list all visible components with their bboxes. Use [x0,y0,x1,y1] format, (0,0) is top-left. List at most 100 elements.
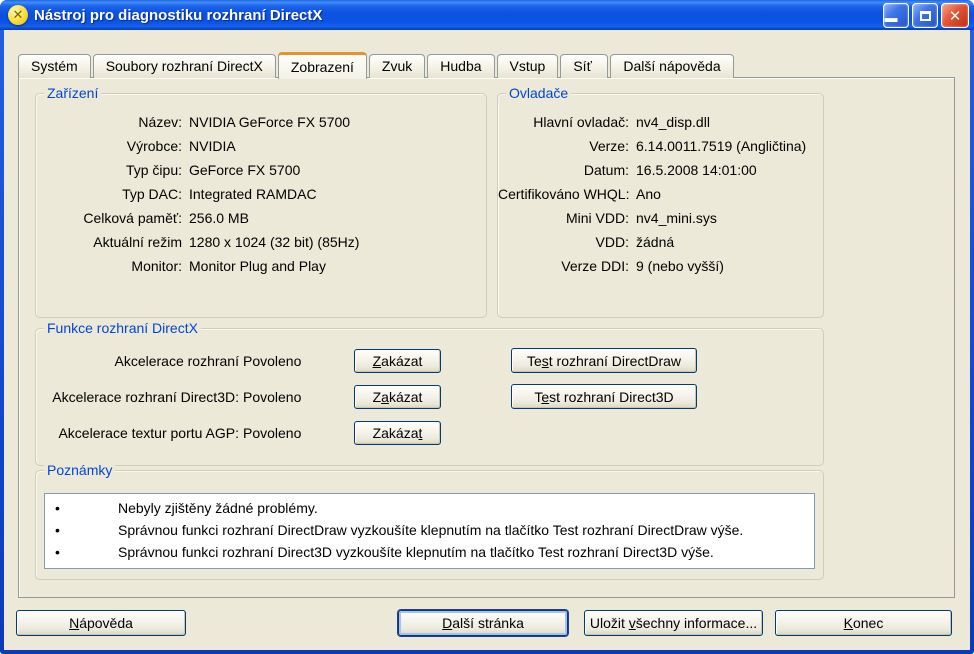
next-page-button[interactable]: Další stránka [398,610,568,636]
feature-label-direct3d: Akcelerace rozhraní Direct3D: [36,389,239,405]
feature-label-agp-texture: Akcelerace textur portu AGP: [36,425,239,441]
field-value: 9 (nebo vyšší) [636,258,724,274]
field-label: Verze DDI: [498,254,629,278]
notes-group: Poznámky •Nebyly zjištěny žádné problémy… [35,470,824,580]
exit-button[interactable]: Konec [775,610,952,636]
button-label-part: onec [853,615,883,631]
tab-directx-files[interactable]: Soubory rozhraní DirectX [93,54,276,78]
tab-strip: Systém Soubory rozhraní DirectX Zobrazen… [18,51,734,78]
button-label-part: akázat [381,353,422,369]
field-label: Monitor: [36,254,182,278]
device-row-monitor: Monitor: Monitor Plug and Play [36,254,486,278]
title-bar[interactable]: ✕ Nástroj pro diagnostiku rozhraní Direc… [0,0,974,30]
test-direct3d-button[interactable]: Test rozhraní Direct3D [511,384,697,409]
tab-network[interactable]: Síť [560,54,608,78]
note-text: Nebyly zjištěny žádné problémy. [118,500,318,516]
notes-group-legend: Poznámky [44,462,115,478]
field-label: Název: [36,110,182,134]
tab-music[interactable]: Hudba [427,54,494,78]
drivers-group: Ovladače Hlavní ovladač:nv4_disp.dll Ver… [497,93,824,318]
driver-row-version: Verze: 6.14.0011.7519 (Angličtina) [498,134,823,158]
note-text: Správnou funkci rozhraní Direct3D vyzkou… [118,544,714,560]
bullet-icon: • [55,519,60,541]
note-item: • Správnou funkci rozhraní Direct3D vyzko… [45,541,814,563]
tab-display[interactable]: Zobrazení [278,52,367,79]
dxdiag-window: ✕ Nástroj pro diagnostiku rozhraní Direc… [0,0,974,654]
driver-row-main-driver: Hlavní ovladač:nv4_disp.dll [498,110,823,134]
driver-row-date: Datum:16.5.2008 14:01:00 [498,158,823,182]
button-accel-letter: t [419,425,423,441]
field-value: Integrated RAMDAC [189,186,317,202]
device-group: Zařízení Název:NVIDIA GeForce FX 5700 Vý… [35,93,487,318]
button-label-part: Uložit [590,615,629,631]
feature-status-directdraw: Povoleno [243,353,301,369]
field-label: Hlavní ovladač: [498,110,629,134]
device-row-memory: Celková paměť: 256.0 MB [36,206,486,230]
button-accel-letter: D [442,615,452,631]
device-row-current-mode: Aktuální režim 1280 x 1024 (32 bit) (85Hz… [36,230,486,254]
field-value: GeForce FX 5700 [189,162,300,178]
field-label: Verze: [498,134,629,158]
notes-textbox[interactable]: • Nebyly zjištěny žádné problémy. • Správn… [44,493,815,569]
field-label: Aktuální režim [36,230,182,254]
field-value: Monitor Plug and Play [189,258,326,274]
field-value: 6.14.0011.7519 (Angličtina) [636,138,806,154]
button-label-part: ápověda [79,615,133,631]
maximize-button[interactable] [912,3,938,28]
minimize-icon: ▬ [885,10,898,25]
field-label: Datum: [498,158,629,182]
field-value: 1280 x 1024 (32 bit) (85Hz) [189,234,359,250]
minimize-button[interactable]: ▬ [883,3,909,28]
device-row-chip-type: Typ čipu:GeForce FX 5700 [36,158,486,182]
bullet-icon: • [55,541,60,563]
disable-direct3d-button[interactable]: Zakázat [354,385,441,409]
feature-status-agp-texture: Povoleno [243,425,301,441]
button-accel-letter: e [541,389,549,405]
note-item: • Nebyly zjištěny žádné problémy. [45,497,814,519]
window-title: Nástroj pro diagnostiku rozhraní DirectX [34,7,322,24]
driver-row-ddi-version: Verze DDI: 9 (nebo vyšší) [498,254,823,278]
feature-status-direct3d: Povoleno [243,389,301,405]
save-all-information-button[interactable]: Uložit všechny informace... [584,610,763,636]
field-label: Výrobce: [36,134,182,158]
directx-app-icon: ✕ [8,5,28,25]
features-group-legend: Funkce rozhraní DirectX [44,320,201,336]
field-value: NVIDIA GeForce FX 5700 [189,114,350,130]
button-label-part: st rozhraní Direct3D [549,389,673,405]
directx-features-group: Funkce rozhraní DirectX Akcelerace rozhr… [35,328,824,466]
field-value: žádná [636,234,674,250]
field-label: Typ DAC: [36,182,182,206]
note-text: Správnou funkci rozhraní DirectDraw vyzk… [118,522,743,538]
test-directdraw-button[interactable]: Test rozhraní DirectDraw [511,348,697,373]
button-accel-letter: a [381,389,389,405]
tab-input[interactable]: Vstup [497,54,559,78]
disable-directdraw-button[interactable]: Zakázat [354,349,441,373]
help-button[interactable]: Nápověda [16,610,186,636]
field-label: VDD: [498,230,629,254]
tab-sound[interactable]: Zvuk [369,54,425,78]
tab-more-help[interactable]: Další nápověda [610,54,733,78]
button-label-part: Zakáza [373,425,419,441]
button-accel-letter: N [69,615,79,631]
maximize-icon [920,11,931,21]
feature-label-directdraw: Akcelerace rozhraní [36,353,239,369]
device-group-legend: Zařízení [44,85,101,101]
button-label-part: Z [373,389,382,405]
button-label-part: Te [527,353,542,369]
drivers-group-legend: Ovladače [506,85,571,101]
tab-system[interactable]: Systém [18,54,91,78]
button-accel-letter: s [542,353,549,369]
driver-row-whql: Certifikováno WHQL:Ano [498,182,823,206]
button-label-part: šechny informace... [636,615,757,631]
close-button[interactable]: ✕ [941,3,969,28]
field-label: Certifikováno WHQL: [498,182,629,206]
device-row-manufacturer: Výrobce:NVIDIA [36,134,486,158]
field-label: Celková paměť: [36,206,182,230]
bullet-icon: • [55,497,60,519]
field-label: Mini VDD: [498,206,629,230]
driver-row-mini-vdd: Mini VDD:nv4_mini.sys [498,206,823,230]
button-label-part: kázat [389,389,422,405]
disable-agp-texture-button[interactable]: Zakázat [354,421,441,445]
button-accel-letter: Z [373,353,382,369]
field-value: 256.0 MB [189,210,249,226]
